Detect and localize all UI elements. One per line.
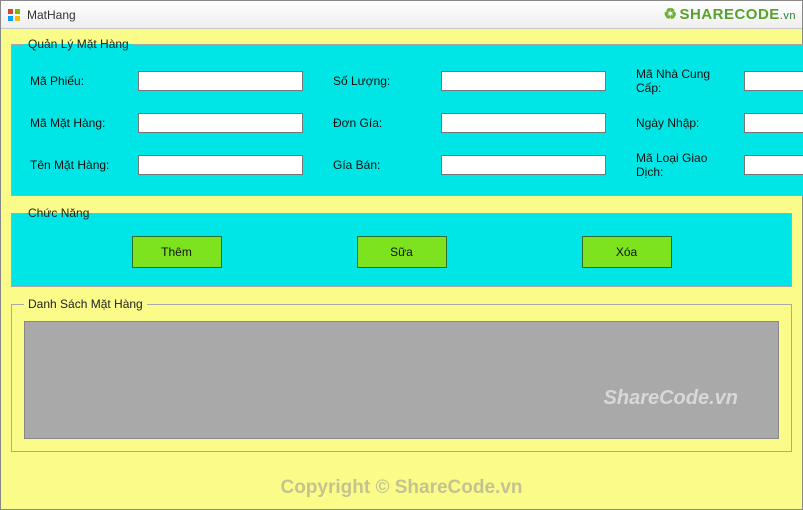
titlebar: MatHang ♻SHARECODE.vn bbox=[1, 1, 802, 29]
label-don-gia: Đơn Gía: bbox=[333, 116, 433, 130]
input-don-gia[interactable] bbox=[441, 113, 606, 133]
field-so-luong: Số Lượng: bbox=[333, 67, 606, 95]
field-ma-loai-giao-dich: Mã Loại Giao Dịch: bbox=[636, 151, 803, 179]
window-title: MatHang bbox=[27, 8, 76, 22]
input-ma-nha-cung-cap[interactable] bbox=[744, 71, 803, 91]
label-so-luong: Số Lượng: bbox=[333, 74, 433, 88]
field-ngay-nhap: Ngày Nhập: bbox=[636, 113, 803, 133]
label-ngay-nhap: Ngày Nhập: bbox=[636, 116, 736, 130]
input-ma-mat-hang[interactable] bbox=[138, 113, 303, 133]
groupbox-info: Quản Lý Mặt Hàng Mã Phiếu: Số Lượng: Mã … bbox=[11, 37, 803, 196]
groupbox-actions-legend: Chức Năng bbox=[24, 206, 93, 220]
add-button[interactable]: Thêm bbox=[132, 236, 222, 268]
input-gia-ban[interactable] bbox=[441, 155, 606, 175]
field-ma-phieu: Mã Phiếu: bbox=[30, 67, 303, 95]
label-ma-nha-cung-cap: Mã Nhà Cung Cấp: bbox=[636, 67, 736, 95]
label-ten-mat-hang: Tên Mặt Hàng: bbox=[30, 158, 130, 172]
label-ma-phieu: Mã Phiếu: bbox=[30, 74, 130, 88]
field-ma-mat-hang: Mã Mặt Hàng: bbox=[30, 113, 303, 133]
field-ten-mat-hang: Tên Mặt Hàng: bbox=[30, 151, 303, 179]
groupbox-list-legend: Danh Sách Mặt Hàng bbox=[24, 297, 147, 311]
recycle-icon: ♻ bbox=[664, 6, 678, 23]
groupbox-actions: Chức Năng Thêm Sữa Xóa bbox=[11, 206, 792, 287]
watermark-outer: Copyright © ShareCode.vn bbox=[1, 477, 802, 499]
input-ten-mat-hang[interactable] bbox=[138, 155, 303, 175]
groupbox-info-legend: Quản Lý Mặt Hàng bbox=[24, 37, 133, 51]
field-don-gia: Đơn Gía: bbox=[333, 113, 606, 133]
client-area: Quản Lý Mặt Hàng Mã Phiếu: Số Lượng: Mã … bbox=[1, 29, 802, 509]
form-grid: Mã Phiếu: Số Lượng: Mã Nhà Cung Cấp: Mã … bbox=[24, 61, 803, 183]
field-ma-nha-cung-cap: Mã Nhà Cung Cấp: bbox=[636, 67, 803, 95]
input-ma-phieu[interactable] bbox=[138, 71, 303, 91]
field-gia-ban: Gía Bán: bbox=[333, 151, 606, 179]
groupbox-list: Danh Sách Mặt Hàng ShareCode.vn bbox=[11, 297, 792, 452]
edit-button[interactable]: Sữa bbox=[357, 236, 447, 268]
watermark-inner: ShareCode.vn bbox=[604, 387, 738, 410]
label-ma-mat-hang: Mã Mặt Hàng: bbox=[30, 116, 130, 130]
app-icon bbox=[7, 8, 21, 22]
brand-logo: ♻SHARECODE.vn bbox=[664, 5, 797, 23]
label-gia-ban: Gía Bán: bbox=[333, 158, 433, 172]
input-so-luong[interactable] bbox=[441, 71, 606, 91]
input-ma-loai-giao-dich[interactable] bbox=[744, 155, 803, 175]
datagrid[interactable]: ShareCode.vn bbox=[24, 321, 779, 439]
input-ngay-nhap[interactable] bbox=[744, 113, 803, 133]
actions-row: Thêm Sữa Xóa bbox=[24, 230, 779, 274]
label-ma-loai-giao-dich: Mã Loại Giao Dịch: bbox=[636, 151, 736, 179]
delete-button[interactable]: Xóa bbox=[582, 236, 672, 268]
